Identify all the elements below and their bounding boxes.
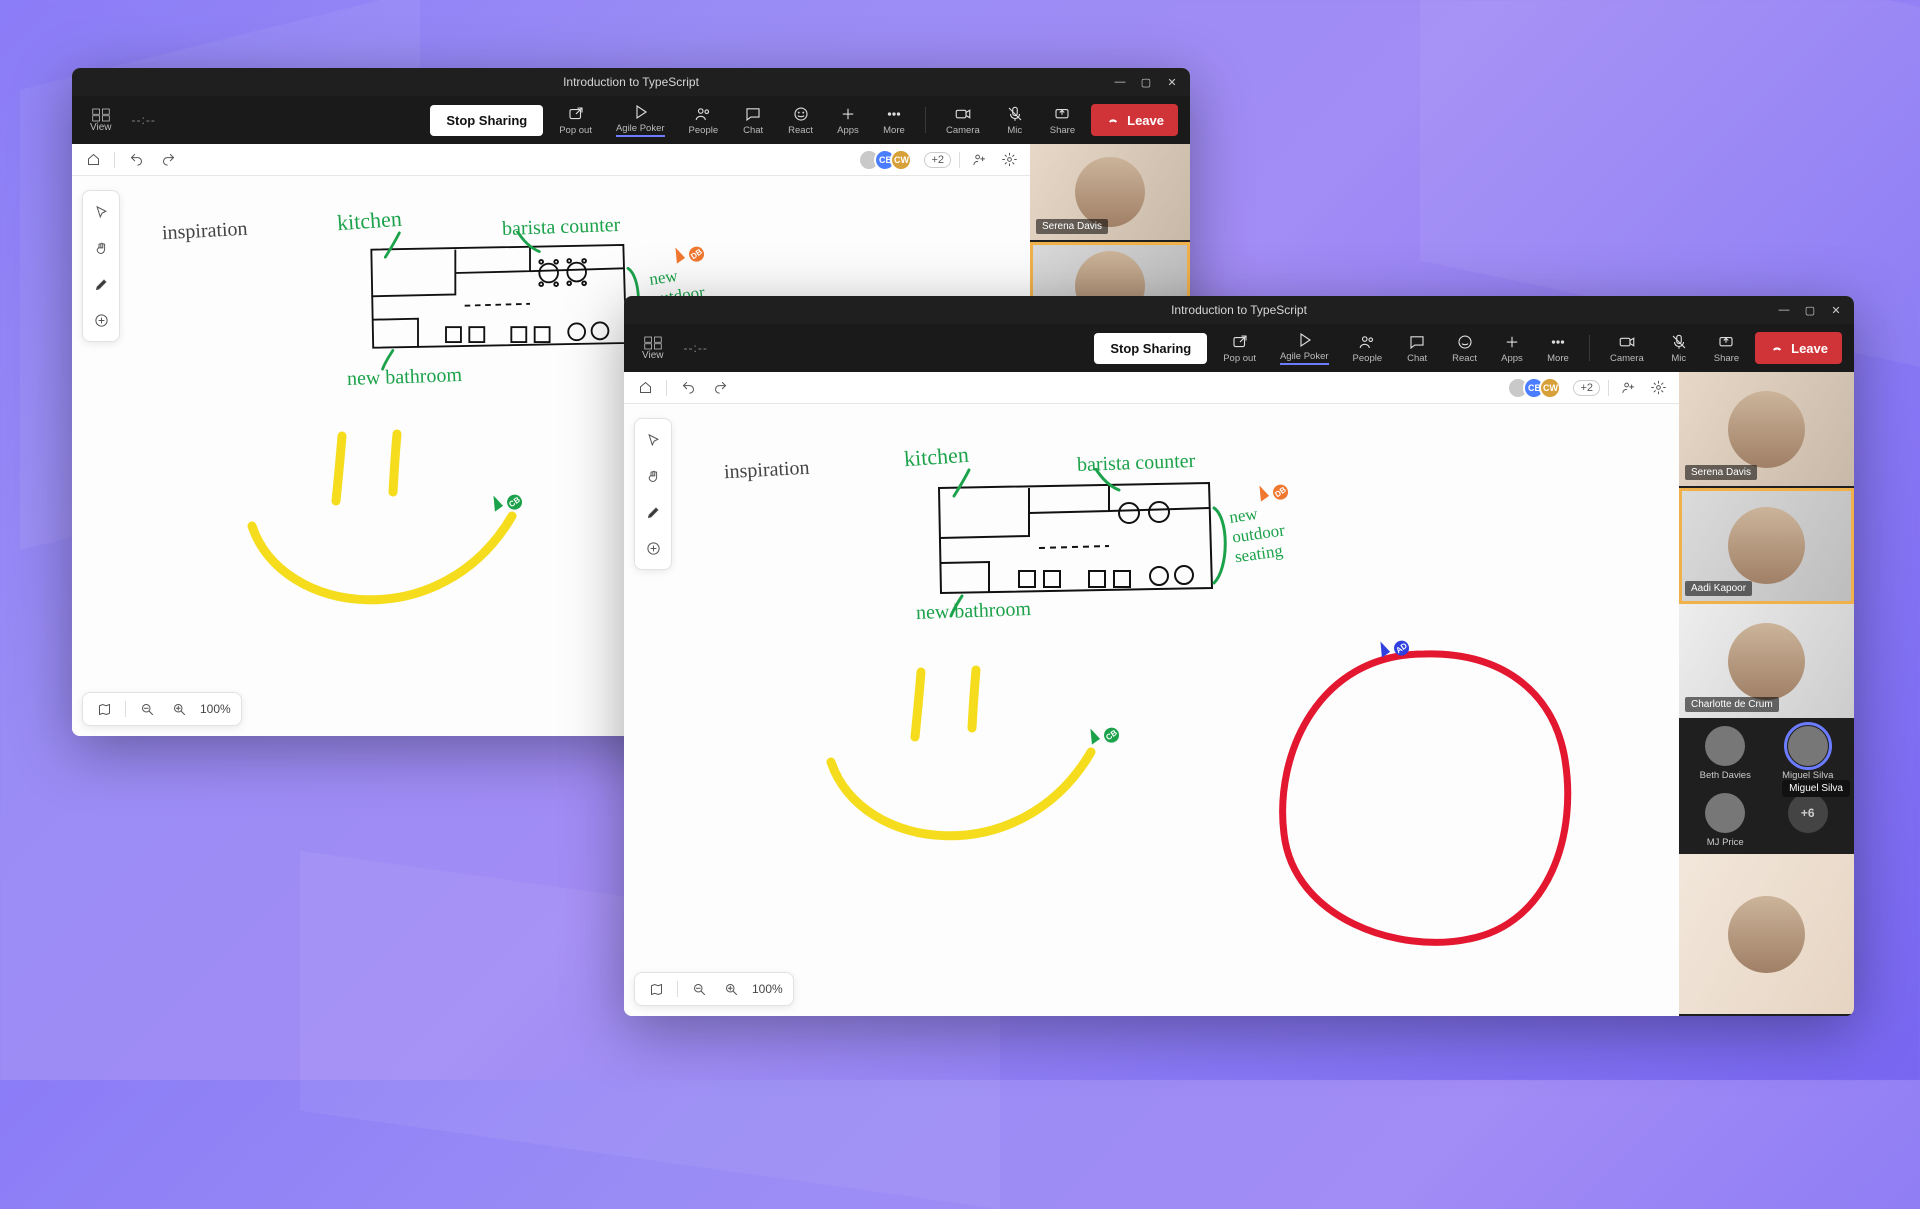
people-button[interactable]: People (681, 103, 727, 138)
minimize-icon[interactable]: — (1114, 76, 1126, 88)
agile-poker-button[interactable]: Agile Poker (608, 101, 673, 139)
popout-button[interactable]: Pop out (1215, 331, 1264, 366)
minimap-icon[interactable] (645, 979, 667, 999)
participant-tile[interactable]: Serena Davis (1679, 372, 1854, 488)
participant-small[interactable]: MJ Price (1687, 793, 1764, 848)
participant-tile[interactable]: Aadi Kapoor (1679, 488, 1854, 604)
popout-button[interactable]: Pop out (551, 103, 600, 138)
share-button[interactable]: Share (1706, 331, 1747, 366)
participant-tile[interactable]: Charlotte de Crum (1679, 604, 1854, 720)
window-title: Introduction to TypeScript (563, 75, 699, 89)
remote-cursor-orange: DB (1253, 484, 1269, 501)
undo-icon[interactable] (677, 377, 699, 399)
presence-avatars: CB CW (1513, 377, 1561, 399)
minimap-icon[interactable] (93, 699, 115, 719)
more-button[interactable]: More (875, 103, 913, 138)
more-button[interactable]: More (1539, 331, 1577, 366)
maximize-icon[interactable]: ▢ (1804, 304, 1816, 316)
pen-tool-icon[interactable] (87, 271, 115, 297)
zoom-out-icon[interactable] (688, 979, 710, 999)
view-label: View (90, 122, 112, 133)
redo-icon[interactable] (157, 149, 179, 171)
floorplan-sketch (362, 231, 642, 371)
participants-more-button[interactable]: +6 (1770, 793, 1847, 848)
participant-small[interactable]: Miguel Silva (1770, 726, 1847, 781)
follow-icon[interactable] (968, 149, 990, 171)
presence-avatars: CB CW (864, 149, 912, 171)
redo-icon[interactable] (709, 377, 731, 399)
chat-button[interactable]: Chat (734, 103, 772, 138)
view-button[interactable]: View (636, 332, 670, 365)
home-icon[interactable] (82, 149, 104, 171)
select-tool-icon[interactable] (87, 199, 115, 225)
add-tool-icon[interactable] (639, 535, 667, 561)
presence-more[interactable]: +2 (1573, 380, 1600, 396)
react-button[interactable]: React (780, 103, 821, 138)
apps-button[interactable]: Apps (829, 103, 867, 138)
select-tool-icon[interactable] (639, 427, 667, 453)
label-inspiration: inspiration (161, 218, 248, 245)
floorplan-sketch (929, 468, 1229, 618)
camera-button[interactable]: Camera (1602, 331, 1652, 366)
meeting-timer: --:-- (132, 113, 156, 127)
zoom-out-icon[interactable] (136, 699, 158, 719)
view-button[interactable]: View (84, 104, 118, 137)
zoom-in-icon[interactable] (168, 699, 190, 719)
presence-more[interactable]: +2 (924, 152, 951, 168)
agile-poker-button[interactable]: Agile Poker (1272, 329, 1337, 367)
settings-icon[interactable] (1647, 377, 1669, 399)
meeting-timer: --:-- (684, 341, 708, 355)
people-button[interactable]: People (1345, 331, 1391, 366)
settings-icon[interactable] (998, 149, 1020, 171)
pen-tool-icon[interactable] (639, 499, 667, 525)
participant-tile[interactable]: Serena Davis (1030, 144, 1190, 242)
window-title: Introduction to TypeScript (1171, 303, 1307, 317)
yellow-smile-sketch (222, 426, 542, 646)
minimize-icon[interactable]: — (1778, 304, 1790, 316)
chat-button[interactable]: Chat (1398, 331, 1436, 366)
pan-tool-icon[interactable] (639, 463, 667, 489)
apps-button[interactable]: Apps (1493, 331, 1531, 366)
follow-icon[interactable] (1617, 377, 1639, 399)
label-outdoor: new outdoor seating (1228, 501, 1289, 568)
participant-small[interactable]: Beth Davies (1687, 726, 1764, 781)
stop-sharing-button[interactable]: Stop Sharing (1094, 333, 1207, 364)
react-button[interactable]: React (1444, 331, 1485, 366)
close-icon[interactable]: ✕ (1830, 304, 1842, 316)
pan-tool-icon[interactable] (87, 235, 115, 261)
zoom-level: 100% (752, 982, 783, 996)
undo-icon[interactable] (125, 149, 147, 171)
participant-tooltip: Miguel Silva (1782, 780, 1850, 797)
home-icon[interactable] (634, 377, 656, 399)
remote-cursor-orange: DB (669, 246, 685, 263)
red-circle-sketch (1259, 634, 1589, 964)
share-button[interactable]: Share (1042, 103, 1083, 138)
camera-button[interactable]: Camera (938, 103, 988, 138)
mic-button[interactable]: Mic (996, 103, 1034, 138)
zoom-level: 100% (200, 702, 231, 716)
whiteboard-canvas[interactable]: inspiration kitchen barista counter new … (624, 404, 1679, 1016)
mic-button[interactable]: Mic (1660, 331, 1698, 366)
close-icon[interactable]: ✕ (1166, 76, 1178, 88)
zoom-in-icon[interactable] (720, 979, 742, 999)
label-inspiration: inspiration (723, 457, 810, 484)
stop-sharing-button[interactable]: Stop Sharing (430, 105, 543, 136)
leave-button[interactable]: Leave (1091, 104, 1178, 136)
maximize-icon[interactable]: ▢ (1140, 76, 1152, 88)
add-tool-icon[interactable] (87, 307, 115, 333)
leave-button[interactable]: Leave (1755, 332, 1842, 364)
yellow-smile-sketch (796, 662, 1126, 882)
participant-tile[interactable] (1679, 854, 1854, 1016)
